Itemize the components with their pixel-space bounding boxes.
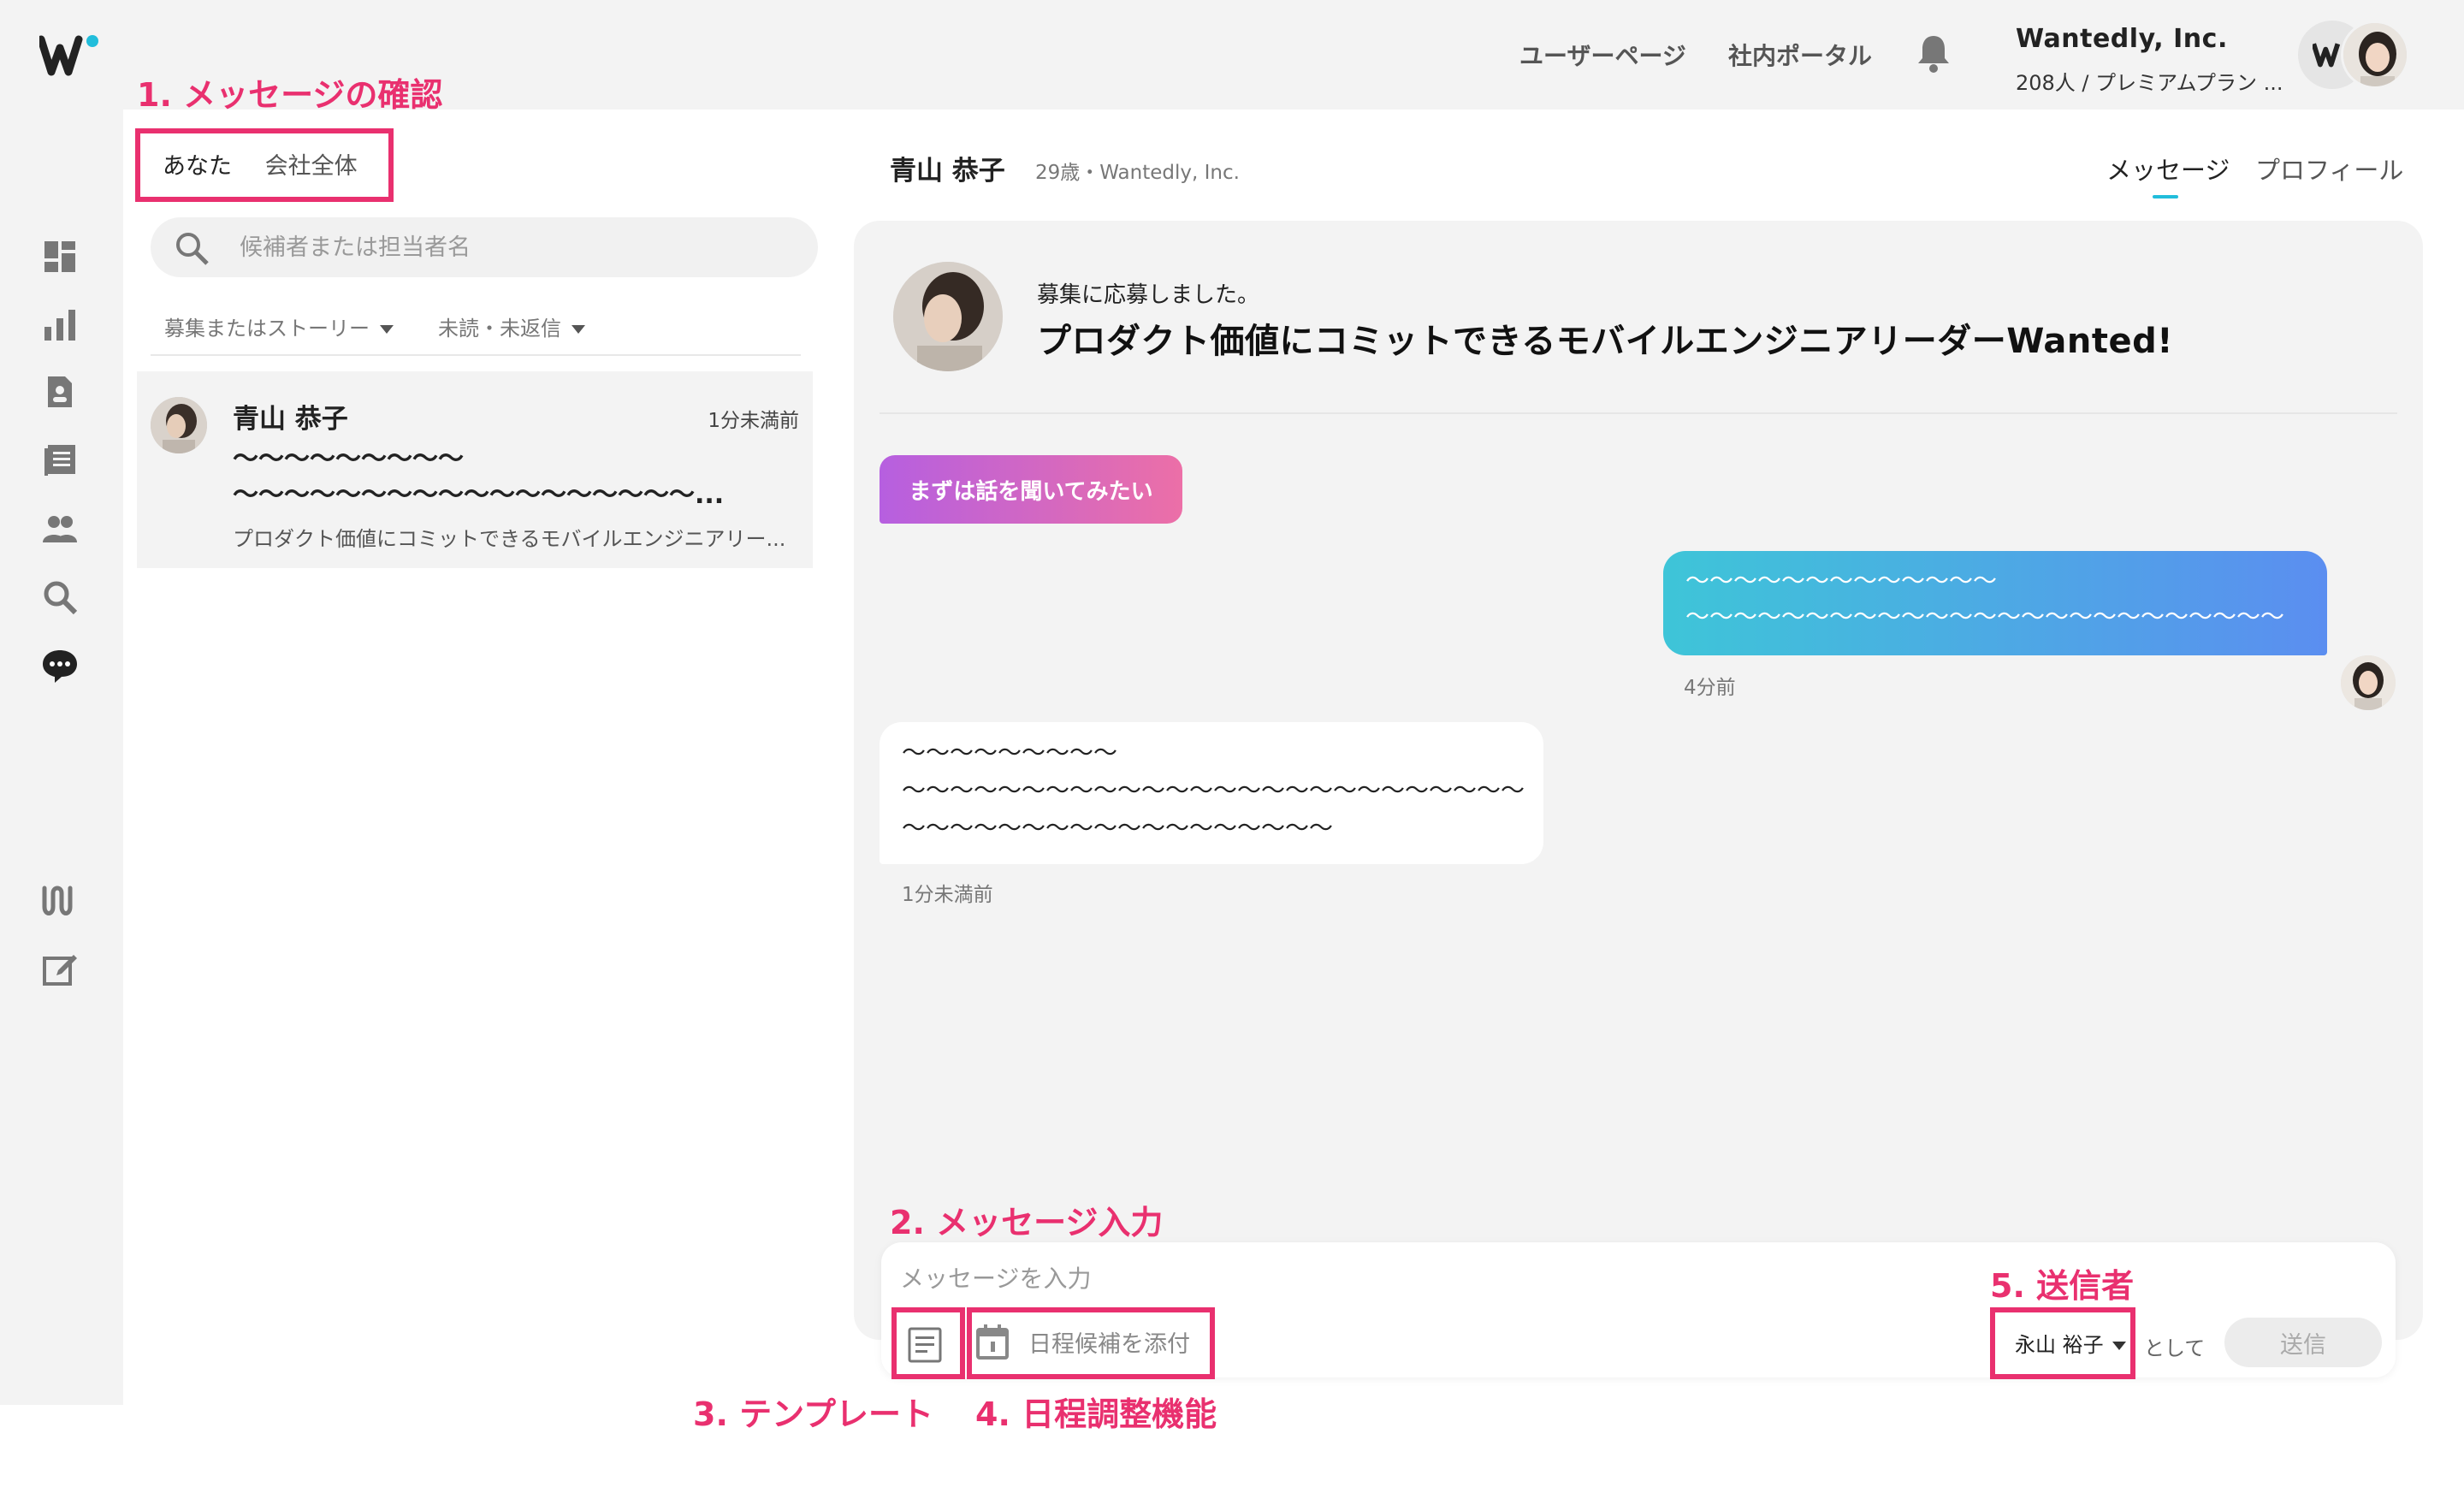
annotation-label-4: 4. 日程調整機能 bbox=[975, 1395, 1217, 1433]
avatar bbox=[151, 397, 207, 453]
message-line: 〜〜〜〜〜〜〜〜〜〜〜〜〜〜〜〜〜〜〜〜〜〜〜〜〜 bbox=[1685, 602, 2285, 631]
account-menu[interactable] bbox=[2298, 21, 2421, 91]
company-name: Wantedly, Inc. bbox=[2016, 24, 2228, 54]
message-line: 〜〜〜〜〜〜〜〜〜 bbox=[902, 738, 1118, 767]
send-button[interactable]: 送信 bbox=[2224, 1318, 2382, 1367]
applicant-icon[interactable] bbox=[41, 373, 79, 411]
annotation-box-4 bbox=[967, 1307, 1215, 1379]
timestamp: 1分未満前 bbox=[708, 410, 799, 432]
annotation-label-2: 2. メッセージ入力 bbox=[890, 1204, 1164, 1241]
applied-label: 募集に応募しました。 bbox=[1037, 282, 1260, 308]
divider bbox=[880, 412, 2397, 414]
outgoing-message: 〜〜〜〜〜〜〜〜〜〜〜〜〜 〜〜〜〜〜〜〜〜〜〜〜〜〜〜〜〜〜〜〜〜〜〜〜〜〜 bbox=[1663, 551, 2327, 655]
annotation-box-3 bbox=[891, 1307, 965, 1379]
user-avatar bbox=[2341, 21, 2409, 89]
wantedly-people-icon[interactable] bbox=[41, 881, 79, 919]
outgoing-timestamp: 4分前 bbox=[1684, 677, 1736, 699]
nav-portal-link[interactable]: 社内ポータル bbox=[1728, 38, 1872, 72]
tab-message[interactable]: メッセージ bbox=[2106, 151, 2230, 187]
nav-user-page-link[interactable]: ユーザーページ bbox=[1519, 38, 1686, 72]
message-line: 〜〜〜〜〜〜〜〜〜〜〜〜〜〜〜〜〜〜〜〜〜〜〜〜〜〜 bbox=[902, 776, 1525, 804]
filter-story-label: 募集またはストーリー bbox=[164, 317, 370, 341]
conversation-name: 青山 恭子 bbox=[890, 156, 1005, 187]
annotation-label-5: 5. 送信者 bbox=[1990, 1267, 2135, 1305]
job-title-link[interactable]: プロダクト価値にコミットできるモバイルエンジニアリーダーWanted! bbox=[1037, 313, 2173, 363]
list-item[interactable]: 青山 恭子 1分未満前 〜〜〜〜〜〜〜〜〜 〜〜〜〜〜〜〜〜〜〜〜〜〜〜〜〜〜〜… bbox=[137, 371, 813, 568]
filter-story-dropdown[interactable]: 募集またはストーリー bbox=[164, 311, 394, 341]
conversation-meta: 29歳・Wantedly, Inc. bbox=[1035, 162, 1240, 184]
message-line: 〜〜〜〜〜〜〜〜〜〜〜〜〜 bbox=[1685, 566, 1998, 595]
chevron-down-icon bbox=[572, 325, 585, 334]
company-plan: 208人 / プレミアムプラン ... bbox=[2016, 71, 2283, 95]
preview-line-1: 〜〜〜〜〜〜〜〜〜 bbox=[233, 444, 464, 474]
dashboard-icon[interactable] bbox=[41, 238, 79, 275]
candidate-search[interactable] bbox=[151, 217, 818, 277]
company-switcher[interactable]: Wantedly, Inc. 208人 / プレミアムプラン ... bbox=[2016, 24, 2283, 96]
preview-line-2: 〜〜〜〜〜〜〜〜〜〜〜〜〜〜〜〜〜〜... bbox=[233, 480, 725, 510]
page: ユーザーページ 社内ポータル Wantedly, Inc. 208人 / プレミ… bbox=[0, 0, 2464, 1487]
chevron-down-icon bbox=[380, 325, 394, 334]
message-input[interactable] bbox=[900, 1259, 2098, 1297]
compose-icon[interactable] bbox=[41, 950, 79, 987]
interest-tag: まずは話を聞いてみたい bbox=[880, 455, 1182, 524]
wantedly-logo[interactable] bbox=[39, 34, 101, 79]
divider bbox=[151, 354, 801, 356]
members-icon[interactable] bbox=[41, 510, 79, 548]
message-preview: 〜〜〜〜〜〜〜〜〜 〜〜〜〜〜〜〜〜〜〜〜〜〜〜〜〜〜〜... bbox=[233, 441, 763, 513]
bottom-area bbox=[0, 1405, 2464, 1487]
search-input[interactable] bbox=[240, 229, 787, 265]
tab-profile[interactable]: プロフィール bbox=[2255, 151, 2403, 187]
message-line: 〜〜〜〜〜〜〜〜〜〜〜〜〜〜〜〜〜〜 bbox=[902, 814, 1334, 842]
active-tab-indicator bbox=[2153, 195, 2178, 198]
annotation-label-3: 3. テンプレート bbox=[693, 1395, 933, 1433]
icon-sidebar bbox=[0, 110, 123, 1410]
chat-area: 募集に応募しました。 プロダクト価値にコミットできるモバイルエンジニアリーダーW… bbox=[854, 221, 2423, 1340]
as-label: として bbox=[2144, 1336, 2206, 1360]
search-icon[interactable] bbox=[41, 578, 79, 616]
incoming-message: 〜〜〜〜〜〜〜〜〜 〜〜〜〜〜〜〜〜〜〜〜〜〜〜〜〜〜〜〜〜〜〜〜〜〜〜 〜〜〜… bbox=[880, 722, 1543, 864]
candidate-name: 青山 恭子 bbox=[233, 404, 348, 435]
annotation-label-1: 1. メッセージの確認 bbox=[137, 76, 443, 114]
annotation-box-5 bbox=[1990, 1307, 2135, 1379]
chat-icon[interactable] bbox=[41, 647, 79, 684]
stories-icon[interactable] bbox=[41, 441, 79, 479]
search-icon bbox=[176, 233, 209, 265]
filter-unread-label: 未読・未返信 bbox=[438, 317, 561, 341]
incoming-timestamp: 1分未満前 bbox=[902, 884, 993, 906]
sender-avatar bbox=[2341, 655, 2396, 710]
analytics-icon[interactable] bbox=[41, 306, 79, 344]
annotation-box-1 bbox=[135, 128, 394, 202]
filter-unread-dropdown[interactable]: 未読・未返信 bbox=[438, 311, 585, 341]
candidate-avatar[interactable] bbox=[893, 262, 1003, 371]
notification-bell-icon[interactable] bbox=[1913, 31, 1954, 75]
job-preview: プロダクト価値にコミットできるモバイルエンジニアリー... bbox=[233, 527, 786, 551]
